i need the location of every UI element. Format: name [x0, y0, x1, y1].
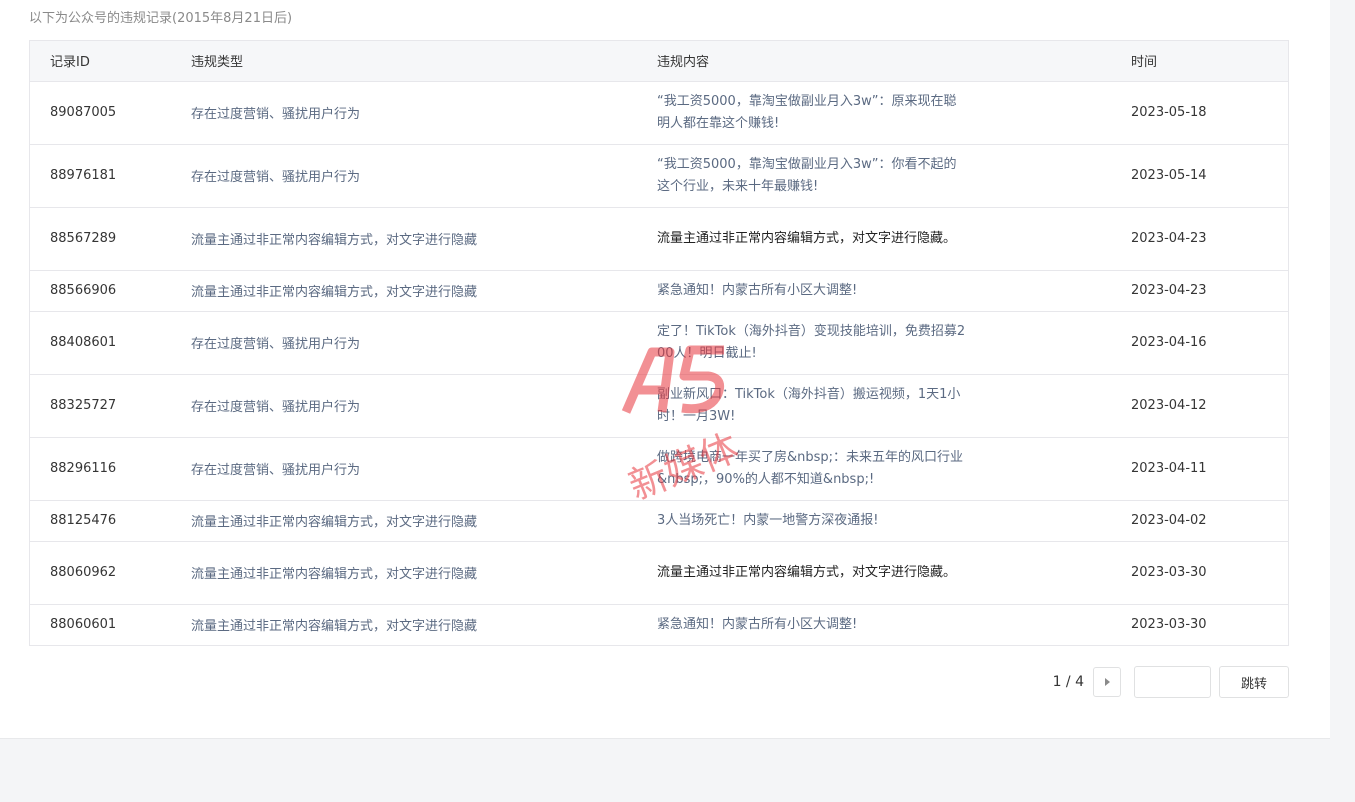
- violation-content[interactable]: “我工资5000，靠淘宝做副业月入3w”：原来现在聪明人都在靠这个赚钱!: [637, 81, 1111, 145]
- violation-content[interactable]: 定了！TikTok（海外抖音）变现技能培训，免费招募200人！明日截止!: [637, 311, 1111, 375]
- table-row: 88408601 存在过度营销、骚扰用户行为 定了！TikTok（海外抖音）变现…: [30, 311, 1288, 375]
- table-row: 88060601 流量主通过非正常内容编辑方式，对文字进行隐藏 紧急通知！内蒙古…: [30, 604, 1288, 645]
- violation-type: 流量主通过非正常内容编辑方式，对文字进行隐藏: [171, 500, 637, 542]
- violation-content-text[interactable]: 3人当场死亡！内蒙一地警方深夜通报!: [657, 510, 967, 532]
- header-time: 时间: [1111, 41, 1288, 82]
- violation-content: 流量主通过非正常内容编辑方式，对文字进行隐藏。: [637, 541, 1111, 605]
- table-row: 88567289 流量主通过非正常内容编辑方式，对文字进行隐藏 流量主通过非正常…: [30, 207, 1288, 271]
- record-time: 2023-05-18: [1111, 81, 1288, 145]
- violation-content-text: 流量主通过非正常内容编辑方式，对文字进行隐藏。: [657, 230, 957, 246]
- record-time: 2023-04-11: [1111, 437, 1288, 501]
- violation-content[interactable]: 紧急通知！内蒙古所有小区大调整!: [637, 270, 1111, 312]
- table-row: 88296116 存在过度营销、骚扰用户行为 做跨境电商一年买了房&nbsp;：…: [30, 437, 1288, 501]
- violation-content[interactable]: 副业新风口：TikTok（海外抖音）搬运视频，1天1小时！一月3W!: [637, 374, 1111, 438]
- record-id: 88060962: [30, 541, 171, 605]
- record-id: 89087005: [30, 81, 171, 145]
- violation-type: 存在过度营销、骚扰用户行为: [171, 81, 637, 145]
- violation-table-container: 记录ID 违规类型 违规内容 时间 89087005 存在过度营销、骚扰用户行为…: [29, 40, 1289, 646]
- violation-type: 流量主通过非正常内容编辑方式，对文字进行隐藏: [171, 270, 637, 312]
- table-header-row: 记录ID 违规类型 违规内容 时间: [30, 41, 1288, 82]
- violation-content-text[interactable]: 紧急通知！内蒙古所有小区大调整!: [657, 280, 967, 302]
- violation-content-text[interactable]: “我工资5000，靠淘宝做副业月入3w”：你看不起的这个行业，未来十年最赚钱!: [657, 154, 967, 198]
- record-time: 2023-04-12: [1111, 374, 1288, 438]
- record-id: 88296116: [30, 437, 171, 501]
- violation-content[interactable]: 3人当场死亡！内蒙一地警方深夜通报!: [637, 500, 1111, 542]
- violation-type: 存在过度营销、骚扰用户行为: [171, 144, 637, 208]
- violation-type: 存在过度营销、骚扰用户行为: [171, 374, 637, 438]
- violation-content[interactable]: “我工资5000，靠淘宝做副业月入3w”：你看不起的这个行业，未来十年最赚钱!: [637, 144, 1111, 208]
- record-time: 2023-04-23: [1111, 207, 1288, 271]
- page-jump-input[interactable]: [1134, 666, 1211, 698]
- violation-content-text[interactable]: 做跨境电商一年买了房&nbsp;：未来五年的风口行业&nbsp;，90%的人都不…: [657, 447, 967, 491]
- page-background-edge: [1330, 0, 1355, 738]
- caret-right-icon: [1104, 678, 1110, 686]
- violation-table: 记录ID 违规类型 违规内容 时间 89087005 存在过度营销、骚扰用户行为…: [30, 41, 1288, 645]
- header-violation-content: 违规内容: [637, 41, 1111, 82]
- table-row: 89087005 存在过度营销、骚扰用户行为 “我工资5000，靠淘宝做副业月入…: [30, 81, 1288, 145]
- violation-content: 流量主通过非正常内容编辑方式，对文字进行隐藏。: [637, 207, 1111, 271]
- next-page-button[interactable]: [1093, 667, 1121, 697]
- record-id: 88566906: [30, 270, 171, 312]
- table-row: 88325727 存在过度营销、骚扰用户行为 副业新风口：TikTok（海外抖音…: [30, 374, 1288, 438]
- record-time: 2023-04-23: [1111, 270, 1288, 312]
- violation-type: 存在过度营销、骚扰用户行为: [171, 437, 637, 501]
- records-caption: 以下为公众号的违规记录(2015年8月21日后): [29, 11, 293, 26]
- violation-content-text[interactable]: 定了！TikTok（海外抖音）变现技能培训，免费招募200人！明日截止!: [657, 321, 967, 365]
- violation-content[interactable]: 紧急通知！内蒙古所有小区大调整!: [637, 604, 1111, 645]
- violation-content[interactable]: 做跨境电商一年买了房&nbsp;：未来五年的风口行业&nbsp;，90%的人都不…: [637, 437, 1111, 501]
- violation-content-text[interactable]: 紧急通知！内蒙古所有小区大调整!: [657, 614, 967, 636]
- record-time: 2023-03-30: [1131, 617, 1207, 633]
- violation-content-text[interactable]: “我工资5000，靠淘宝做副业月入3w”：原来现在聪明人都在靠这个赚钱!: [657, 91, 967, 135]
- violation-type: 存在过度营销、骚扰用户行为: [171, 311, 637, 375]
- violation-type: 流量主通过非正常内容编辑方式，对文字进行隐藏: [171, 541, 637, 605]
- violation-content-text: 流量主通过非正常内容编辑方式，对文字进行隐藏。: [657, 564, 957, 580]
- header-violation-type: 违规类型: [171, 41, 637, 82]
- table-row: 88125476 流量主通过非正常内容编辑方式，对文字进行隐藏 3人当场死亡！内…: [30, 500, 1288, 542]
- record-id: 88976181: [30, 144, 171, 208]
- record-time: 2023-03-30: [1111, 541, 1288, 605]
- record-id: 88060601: [50, 617, 117, 633]
- table-row: 88976181 存在过度营销、骚扰用户行为 “我工资5000，靠淘宝做副业月入…: [30, 144, 1288, 208]
- record-id: 88408601: [30, 311, 171, 375]
- pagination: 1 / 4 跳转: [1053, 666, 1289, 698]
- violation-content-text[interactable]: 副业新风口：TikTok（海外抖音）搬运视频，1天1小时！一月3W!: [657, 384, 967, 428]
- violation-type: 流量主通过非正常内容编辑方式，对文字进行隐藏: [191, 619, 478, 635]
- record-time: 2023-04-16: [1111, 311, 1288, 375]
- violation-records-panel: 以下为公众号的违规记录(2015年8月21日后) 记录ID 违规类型 违规内容 …: [0, 0, 1330, 738]
- page-indicator: 1 / 4: [1052, 674, 1084, 690]
- record-id: 88325727: [30, 374, 171, 438]
- table-row: 88566906 流量主通过非正常内容编辑方式，对文字进行隐藏 紧急通知！内蒙古…: [30, 270, 1288, 312]
- header-record-id: 记录ID: [30, 41, 171, 82]
- record-id: 88567289: [30, 207, 171, 271]
- violation-type: 流量主通过非正常内容编辑方式，对文字进行隐藏: [171, 207, 637, 271]
- table-row: 88060962 流量主通过非正常内容编辑方式，对文字进行隐藏 流量主通过非正常…: [30, 541, 1288, 605]
- record-id: 88125476: [30, 500, 171, 542]
- record-time: 2023-04-02: [1111, 500, 1288, 542]
- record-time: 2023-05-14: [1111, 144, 1288, 208]
- jump-button[interactable]: 跳转: [1219, 666, 1289, 698]
